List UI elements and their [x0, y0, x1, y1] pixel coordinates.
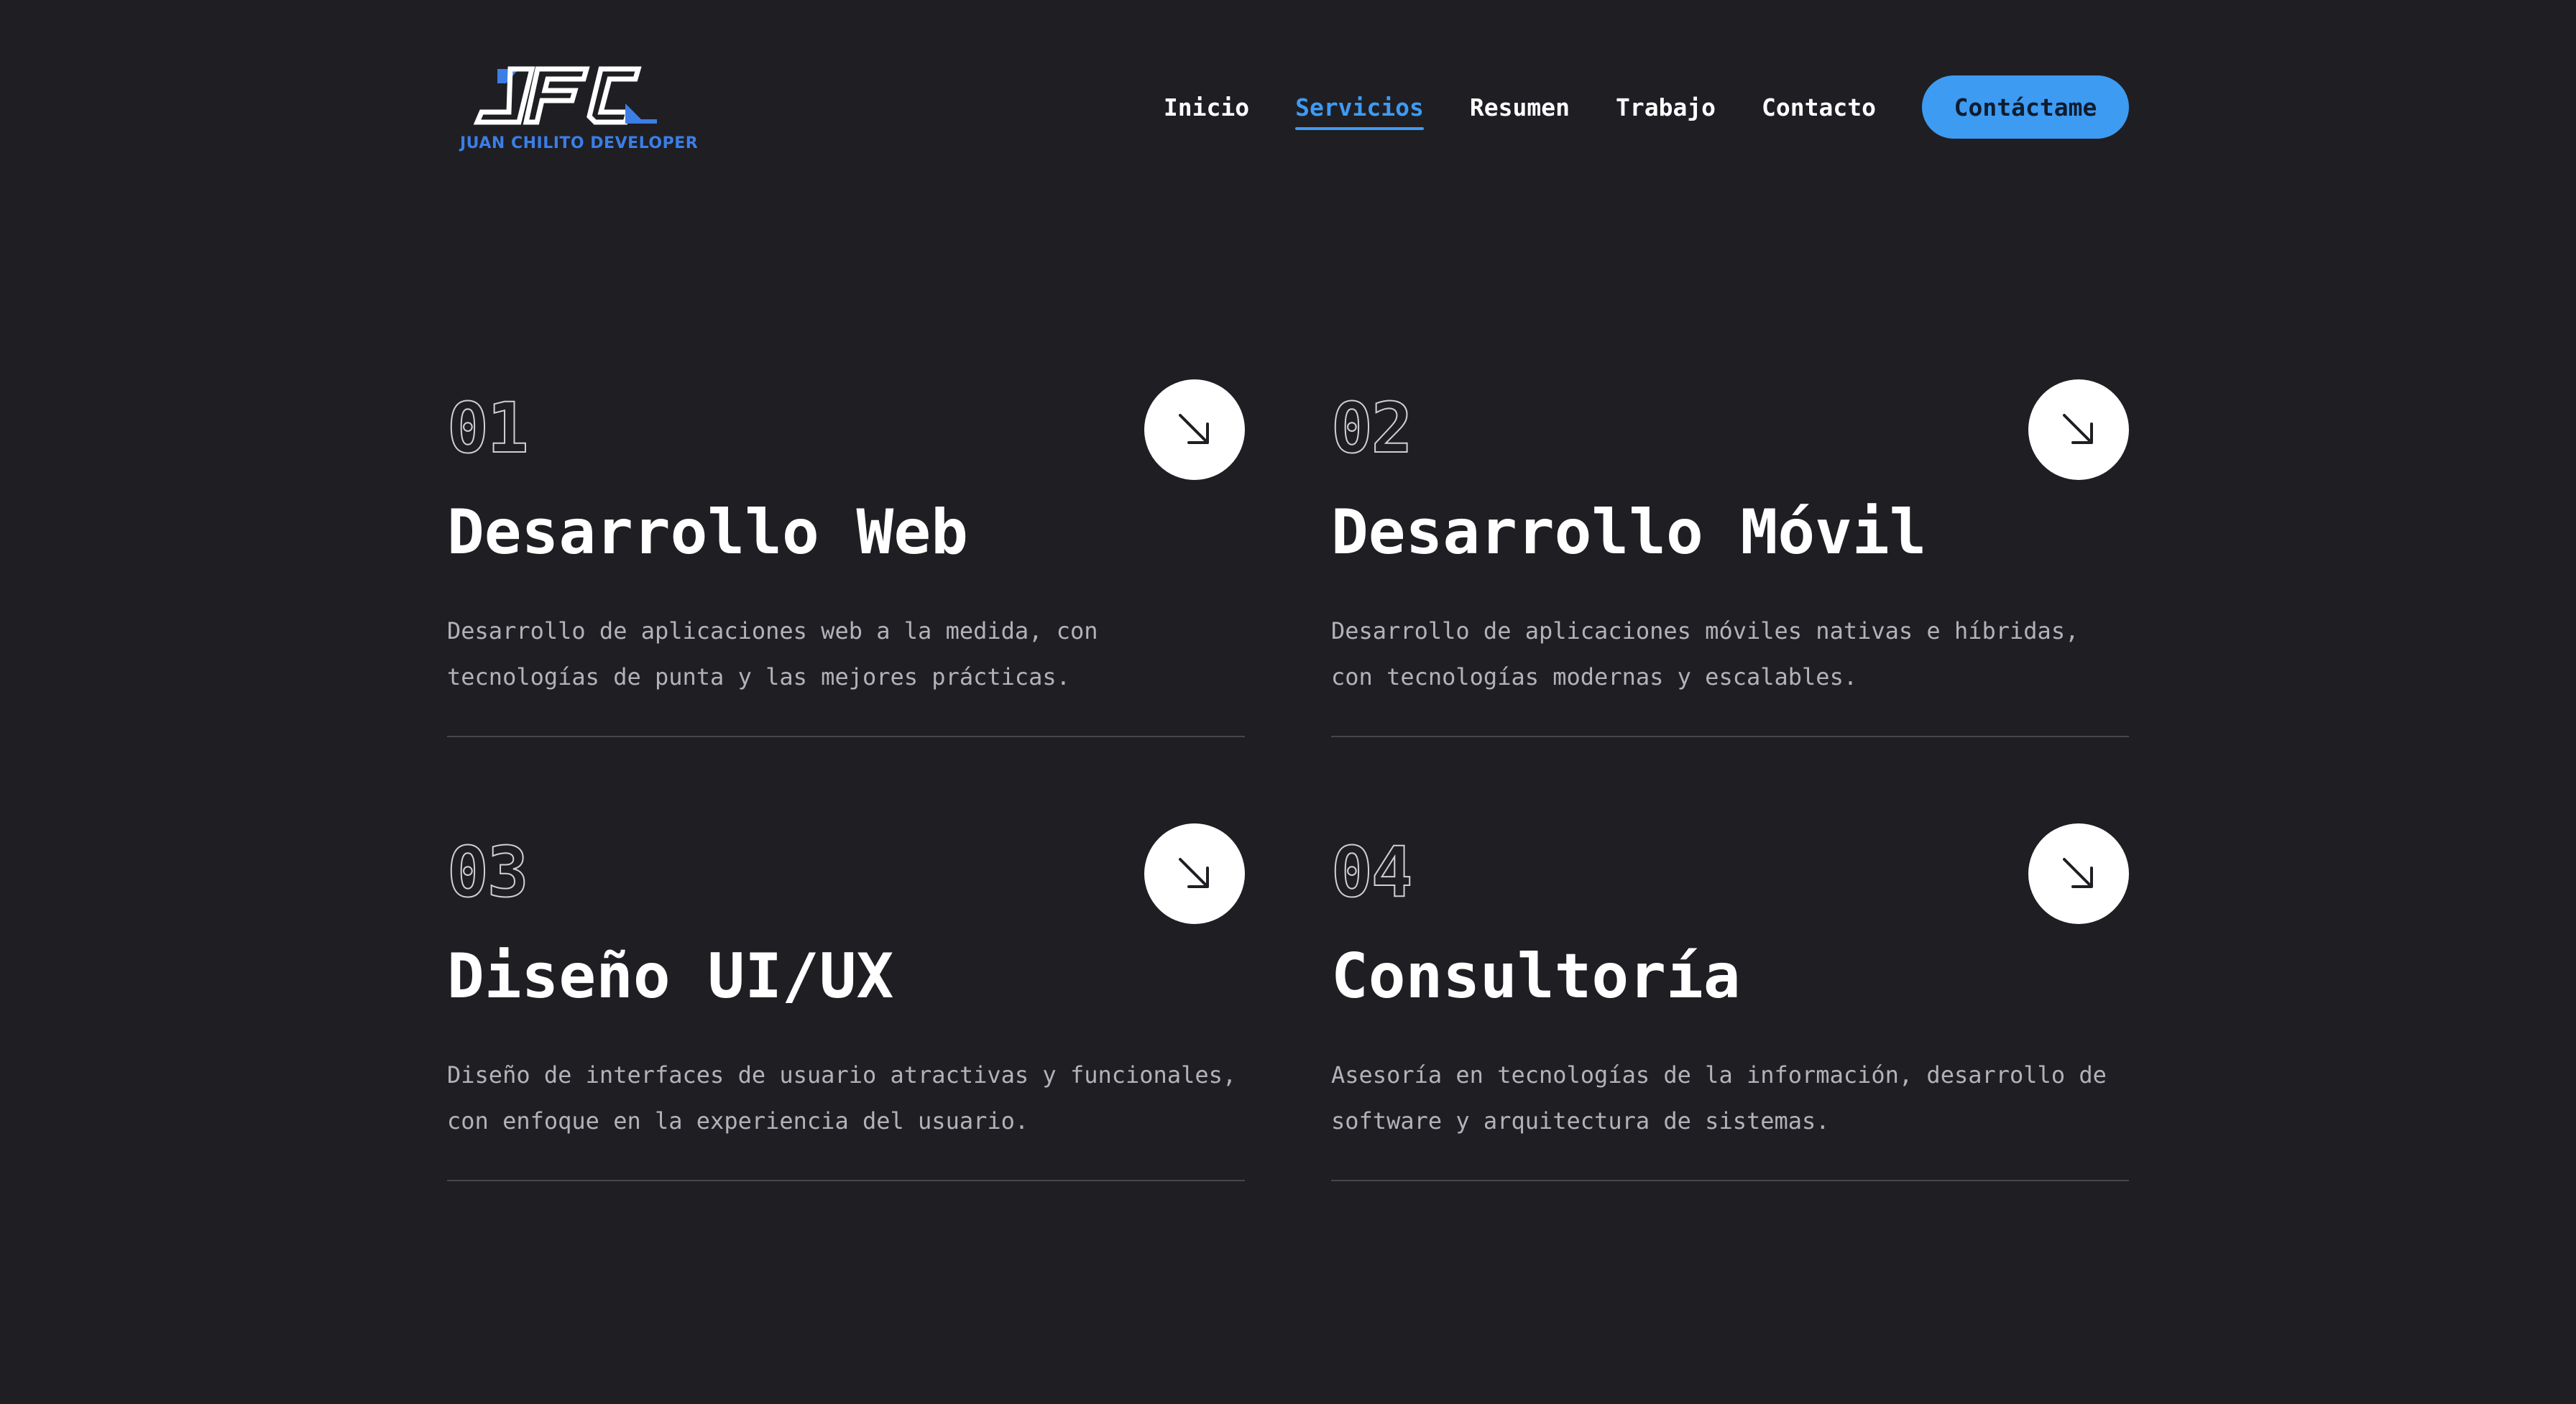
- service-arrow-button[interactable]: [1144, 823, 1245, 924]
- arrow-down-right-icon: [1179, 858, 1209, 888]
- nav-item-servicios[interactable]: Servicios: [1295, 93, 1424, 130]
- service-description: Desarrollo de aplicaciones web a la medi…: [447, 617, 1098, 691]
- arrow-down-right-icon: [1179, 414, 1209, 444]
- logo-mark-icon: [473, 66, 657, 125]
- service-card-uiux: 03 Diseño UI/UX Diseño de interfaces de …: [446, 823, 1245, 1183]
- divider: [447, 1180, 1245, 1181]
- site-header: JUAN CHILITO DEVELOPER Inicio Servicios …: [447, 57, 2129, 158]
- service-title: Desarrollo Web: [447, 497, 968, 568]
- nav-item-contacto[interactable]: Contacto: [1762, 93, 1876, 130]
- nav-item-inicio[interactable]: Inicio: [1164, 93, 1249, 130]
- service-title: Desarrollo Móvil: [1331, 497, 1927, 568]
- service-card-web: 01 Desarrollo Web Desarrollo de aplicaci…: [446, 379, 1245, 739]
- service-arrow-button[interactable]: [2028, 823, 2129, 924]
- service-number: 02: [1330, 388, 1414, 468]
- divider: [447, 736, 1245, 737]
- service-title: Consultoría: [1331, 941, 1741, 1012]
- logo[interactable]: JUAN CHILITO DEVELOPER: [453, 62, 698, 152]
- service-title: Diseño UI/UX: [447, 941, 894, 1012]
- service-number: 03: [446, 832, 530, 913]
- service-card-mobile: 02 Desarrollo Móvil Desarrollo de aplica…: [1330, 379, 2129, 739]
- nav-item-trabajo[interactable]: Trabajo: [1616, 93, 1716, 130]
- main-nav: Inicio Servicios Resumen Trabajo Contact…: [1164, 75, 2129, 139]
- service-description: Desarrollo de aplicaciones móviles nativ…: [1331, 617, 2079, 691]
- arrow-down-right-icon: [2063, 858, 2093, 888]
- service-arrow-button[interactable]: [2028, 379, 2129, 480]
- divider: [1331, 736, 2129, 737]
- service-arrow-button[interactable]: [1144, 379, 1245, 480]
- service-number: 04: [1330, 832, 1414, 913]
- service-description: Diseño de interfaces de usuario atractiv…: [447, 1061, 1237, 1135]
- service-number: 01: [446, 388, 530, 468]
- nav-item-resumen[interactable]: Resumen: [1470, 93, 1570, 130]
- service-description: Asesoría en tecnologías de la informació…: [1331, 1061, 2107, 1135]
- divider: [1331, 1180, 2129, 1181]
- service-card-consulting: 04 Consultoría Asesoría en tecnologías d…: [1330, 823, 2129, 1183]
- logo-subtitle: JUAN CHILITO DEVELOPER: [460, 134, 699, 152]
- services-page: JUAN CHILITO DEVELOPER Inicio Servicios …: [0, 0, 2576, 1404]
- contact-me-button[interactable]: Contáctame: [1922, 75, 2129, 139]
- arrow-down-right-icon: [2063, 414, 2093, 444]
